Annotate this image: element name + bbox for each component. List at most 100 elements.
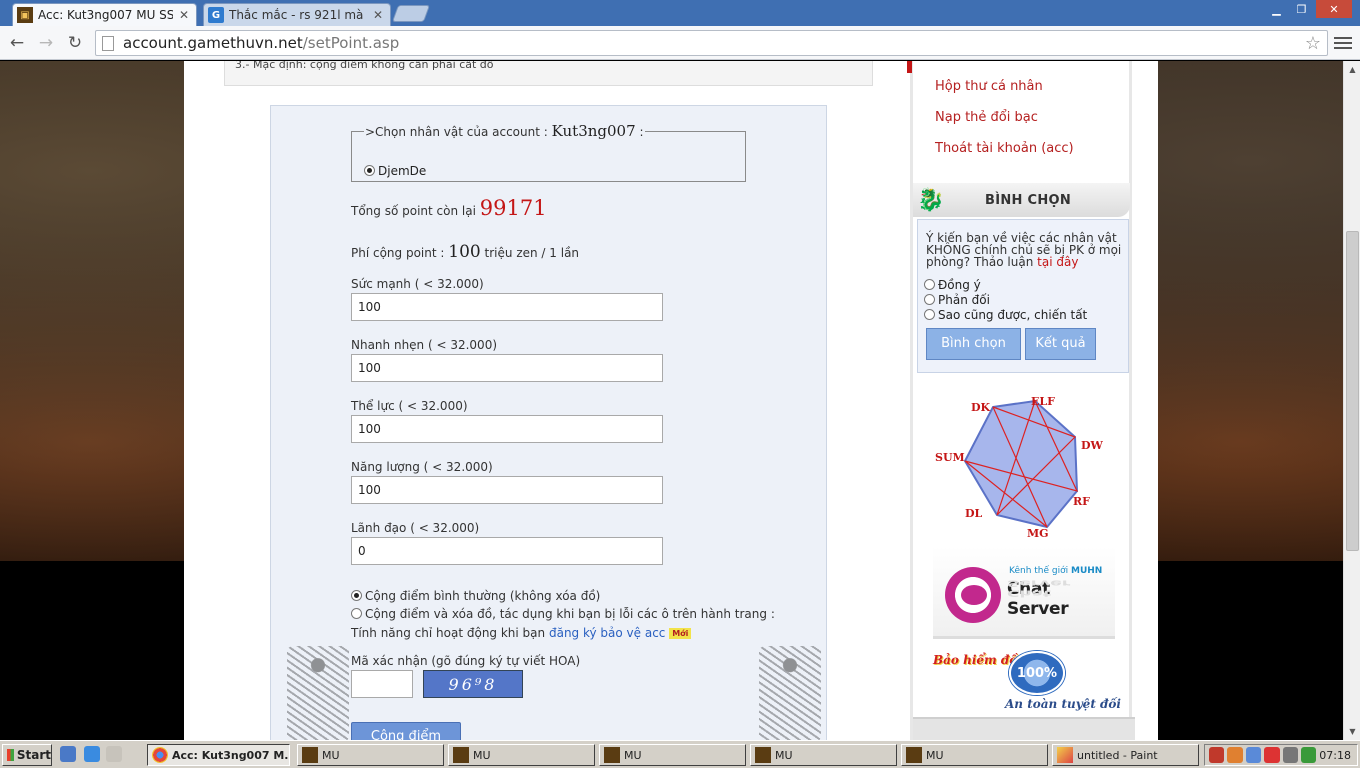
mu-icon bbox=[302, 747, 318, 763]
character-radio[interactable] bbox=[364, 165, 375, 176]
command-label: Lãnh đạo ( < 32.000) bbox=[351, 521, 480, 535]
maximize-icon[interactable]: ❐ bbox=[1288, 0, 1315, 18]
left-warrior-art bbox=[287, 646, 349, 740]
taskbar-item-mu[interactable]: MU bbox=[901, 744, 1048, 766]
vote-button[interactable]: Bình chọn bbox=[926, 328, 1021, 360]
address-bar[interactable]: account.gamethuvn.net/setPoint.asp ☆ bbox=[95, 30, 1328, 56]
start-button[interactable]: Start bbox=[2, 744, 52, 766]
scroll-up-icon[interactable]: ▲ bbox=[1344, 61, 1360, 78]
class-label-sum: SUM bbox=[935, 451, 965, 464]
mode-clear-radio[interactable] bbox=[351, 608, 362, 619]
points-value: 99171 bbox=[479, 196, 547, 220]
character-option[interactable]: DjemDe bbox=[364, 164, 426, 178]
strength-input[interactable] bbox=[351, 293, 663, 321]
mode-clear-option[interactable]: Cộng điểm và xóa đồ, tác dụng khi bạn bị… bbox=[351, 607, 775, 621]
command-input[interactable] bbox=[351, 537, 663, 565]
mode-note: Tính năng chỉ hoạt động khi bạn đăng ký … bbox=[351, 626, 692, 640]
class-label-dk: DK bbox=[971, 401, 991, 414]
vitality-label: Thể lực ( < 32.000) bbox=[351, 399, 468, 413]
quicklaunch-icon[interactable] bbox=[60, 746, 76, 762]
logout-link[interactable]: Thoát tài khoản (acc) bbox=[935, 141, 1074, 156]
taskbar-item-chrome[interactable]: Acc: Kut3ng007 M... bbox=[147, 744, 290, 766]
agility-label: Nhanh nhẹn ( < 32.000) bbox=[351, 338, 498, 352]
poll-option[interactable]: Đồng ý bbox=[924, 278, 981, 292]
poll-radio[interactable] bbox=[924, 294, 935, 305]
mu-icon bbox=[604, 747, 620, 763]
tab-forum[interactable]: G Thắc mắc - rs 921l mà 19k p ✕ bbox=[203, 3, 391, 26]
clock: 07:18 bbox=[1319, 748, 1351, 762]
taskbar-item-paint[interactable]: untitled - Paint bbox=[1052, 744, 1199, 766]
mode-normal-option[interactable]: Cộng điểm bình thường (không xóa đồ) bbox=[351, 589, 600, 603]
network-icon[interactable] bbox=[1300, 747, 1317, 763]
ie-icon[interactable] bbox=[84, 746, 100, 762]
scrollbar-thumb[interactable] bbox=[1346, 231, 1359, 551]
tray-icon[interactable] bbox=[1264, 747, 1280, 763]
poll-question-text: Ý kiến bạn về việc các nhân vật KHÔNG ch… bbox=[926, 231, 1122, 269]
tab-account[interactable]: ▣ Acc: Kut3ng007 MU SS4 SS ✕ bbox=[12, 3, 197, 26]
chrome-menu-icon[interactable] bbox=[1334, 33, 1352, 53]
poll-discussion-link[interactable]: tại đây bbox=[1037, 255, 1078, 269]
taskbar-item-mu[interactable]: MU bbox=[750, 744, 897, 766]
vertical-scrollbar[interactable]: ▲ ▼ bbox=[1343, 61, 1360, 740]
chat-small-text: Kênh thế giới bbox=[1009, 566, 1069, 576]
topup-link[interactable]: Nạp thẻ đổi bạc bbox=[935, 110, 1038, 125]
tray-icon[interactable] bbox=[1227, 747, 1243, 763]
vitality-input[interactable] bbox=[351, 415, 663, 443]
results-button[interactable]: Kết quả bbox=[1025, 328, 1096, 360]
top-note-text: 3.- Mặc định: cộng điểm không cần phải c… bbox=[235, 61, 494, 71]
inbox-link[interactable]: Hộp thư cá nhân bbox=[935, 79, 1043, 94]
red-accent bbox=[907, 61, 912, 73]
reload-icon[interactable]: ↻ bbox=[63, 31, 87, 55]
quicklaunch-icon[interactable] bbox=[106, 746, 122, 762]
tray-icon[interactable] bbox=[1209, 747, 1225, 763]
fee-line: Phí cộng point : 100 triệu zen / 1 lần bbox=[351, 242, 579, 262]
volume-icon[interactable] bbox=[1282, 747, 1298, 763]
character-legend: >Chọn nhân vật của account : Kut3ng007 : bbox=[365, 122, 644, 140]
taskbar-item-mu[interactable]: MU bbox=[448, 744, 595, 766]
url-host: account.gamethuvn.net bbox=[123, 34, 303, 52]
tray-icon[interactable] bbox=[1245, 747, 1262, 763]
tab-strip: ▣ Acc: Kut3ng007 MU SS4 SS ✕ G Thắc mắc … bbox=[0, 0, 1360, 26]
scroll-down-icon[interactable]: ▼ bbox=[1344, 723, 1360, 740]
insurance-title: Bảo hiểm đồ bbox=[933, 653, 1018, 667]
poll-option[interactable]: Sao cũng được, chiến tất bbox=[924, 308, 1087, 322]
mode-clear-label: Cộng điểm và xóa đồ, tác dụng khi bạn bị… bbox=[365, 607, 775, 621]
agility-input[interactable] bbox=[351, 354, 663, 382]
taskbar: Start Acc: Kut3ng007 M... MU MU MU MU MU… bbox=[0, 740, 1360, 768]
chat-server-banner[interactable]: Kênh thế giới MUHN Chat Server Chat Serv… bbox=[933, 547, 1115, 639]
close-window-icon[interactable]: ✕ bbox=[1316, 0, 1352, 18]
protect-account-link[interactable]: đăng ký bảo vệ acc bbox=[549, 626, 665, 640]
insurance-banner[interactable]: Bảo hiểm đồ 100% An toàn tuyệt đối bbox=[933, 649, 1123, 715]
class-label-rf: RF bbox=[1073, 495, 1090, 508]
forward-icon[interactable]: → bbox=[34, 31, 58, 55]
g-icon: G bbox=[208, 7, 224, 23]
taskbar-item-label: Acc: Kut3ng007 M... bbox=[172, 748, 290, 762]
insurance-subtitle: An toàn tuyệt đối bbox=[1005, 697, 1121, 711]
close-tab-icon[interactable]: ✕ bbox=[372, 8, 384, 22]
taskbar-item-mu[interactable]: MU bbox=[599, 744, 746, 766]
tab-title: Thắc mắc - rs 921l mà 19k p bbox=[229, 8, 367, 22]
new-tab-button[interactable] bbox=[391, 5, 431, 22]
chat-subtitle: Kênh thế giới MUHN bbox=[1009, 566, 1102, 576]
poll-option[interactable]: Phản đối bbox=[924, 293, 990, 307]
energy-input[interactable] bbox=[351, 476, 663, 504]
dragon-icon: 🐉 bbox=[917, 188, 945, 213]
back-icon[interactable]: ← bbox=[5, 31, 29, 55]
poll-radio[interactable] bbox=[924, 309, 935, 320]
taskbar-item-mu[interactable]: MU bbox=[297, 744, 444, 766]
bookmark-star-icon[interactable]: ☆ bbox=[1305, 33, 1321, 54]
minimize-icon[interactable]: ▁ bbox=[1263, 0, 1290, 18]
captcha-image: 96⁹8 bbox=[423, 670, 523, 698]
system-tray: 07:18 bbox=[1204, 744, 1358, 766]
poll-radio[interactable] bbox=[924, 279, 935, 290]
set-point-form: >Chọn nhân vật của account : Kut3ng007 :… bbox=[270, 105, 827, 740]
captcha-input[interactable] bbox=[351, 670, 413, 698]
mode-note-text: Tính năng chỉ hoạt động khi bạn bbox=[351, 626, 546, 640]
class-label-dl: DL bbox=[965, 507, 983, 520]
submit-points-button[interactable]: Cộng điểm bbox=[351, 722, 461, 740]
poll-option-label: Sao cũng được, chiến tất bbox=[938, 308, 1088, 322]
mode-normal-label: Cộng điểm bình thường (không xóa đồ) bbox=[365, 589, 601, 603]
strength-label: Sức mạnh ( < 32.000) bbox=[351, 277, 484, 291]
close-tab-icon[interactable]: ✕ bbox=[178, 8, 190, 22]
mode-normal-radio[interactable] bbox=[351, 590, 362, 601]
